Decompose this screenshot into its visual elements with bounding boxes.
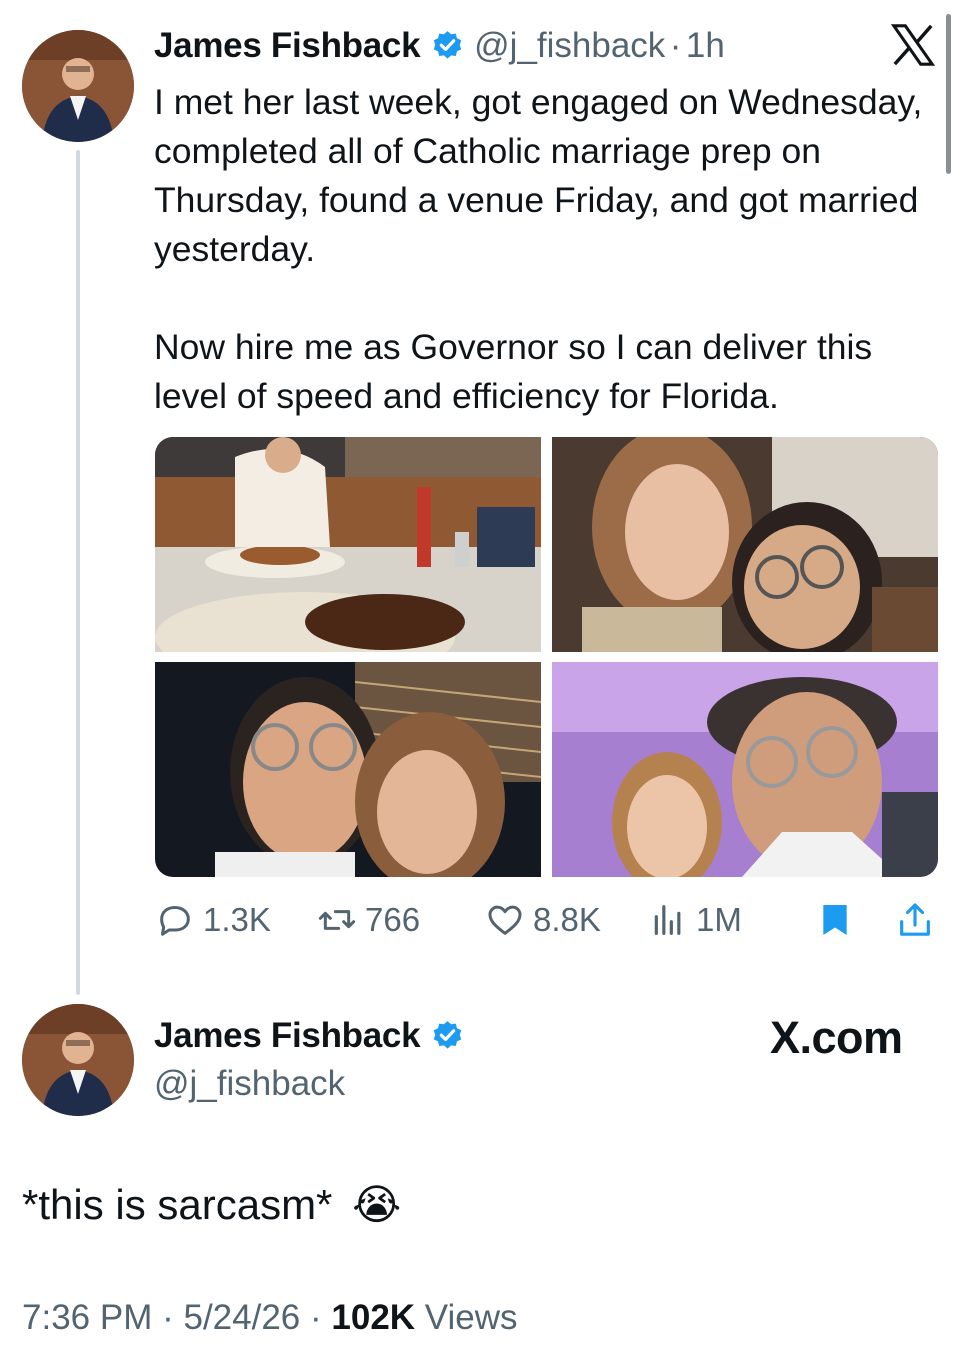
repost-button[interactable]: 766 [317, 895, 420, 945]
tweet-time[interactable]: 1h [686, 26, 725, 65]
reply-icon [160, 906, 190, 936]
separator-dot: · [162, 1298, 174, 1337]
repost-icon [318, 910, 356, 930]
repost-count: 766 [365, 901, 421, 938]
x-brand-label: X.com [770, 1012, 903, 1063]
action-bar: 1.3K 766 8.8K 1M [155, 895, 945, 945]
verified-badge-icon [433, 1021, 461, 1049]
restaurant-dinner-photo[interactable] [155, 437, 541, 652]
separator-dot: · [669, 26, 682, 65]
couple-selfie-night-photo[interactable] [155, 662, 541, 877]
reply-count: 1.3K [203, 901, 271, 938]
tweet-meta: 7:36 PM · 5/24/26 · 102K Views [22, 1298, 518, 1338]
author-handle[interactable]: @j_fishback [474, 26, 665, 65]
tweet-paragraph-1: I met her last week, got engaged on Wedn… [154, 82, 923, 269]
verified-badge-icon [433, 31, 461, 59]
couple-selfie-indoor-photo[interactable] [552, 437, 938, 652]
avatar[interactable] [22, 30, 134, 142]
like-count: 8.8K [533, 901, 601, 938]
reply-text: *this is sarcasm* 😭 [22, 1180, 401, 1229]
separator-dot: · [310, 1298, 322, 1337]
tweet-text: I met her last week, got engaged on Wedn… [154, 78, 934, 421]
reply-text-content: *this is sarcasm* [22, 1181, 333, 1228]
scrollbar[interactable] [946, 14, 951, 174]
author-name[interactable]: James Fishback [154, 26, 421, 65]
view-count: 1M [696, 901, 742, 938]
timestamp[interactable]: 7:36 PM [22, 1298, 152, 1337]
avatar[interactable] [22, 1004, 134, 1116]
views-button[interactable]: 1M [648, 895, 742, 945]
x-logo-icon[interactable] [890, 22, 936, 68]
views-label: Views [424, 1298, 518, 1337]
photo-grid [155, 437, 938, 877]
grid-gutter-horizontal [155, 652, 938, 662]
bookmark-icon [823, 905, 847, 935]
couple-selfie-airplane-photo[interactable] [552, 662, 938, 877]
loudly-crying-emoji: 😭 [352, 1181, 402, 1228]
share-button[interactable] [895, 895, 943, 945]
tweet-paragraph-2: Now hire me as Governor so I can deliver… [154, 327, 873, 416]
author-name[interactable]: James Fishback [154, 1016, 421, 1055]
share-icon [900, 903, 930, 936]
tweet-header: James Fishback @j_fishback · 1h [154, 26, 725, 66]
views-icon [654, 905, 681, 935]
author-handle[interactable]: @j_fishback [154, 1064, 345, 1104]
bookmark-button[interactable] [815, 895, 863, 945]
like-icon [488, 905, 522, 935]
reply-button[interactable]: 1.3K [155, 895, 271, 945]
like-button[interactable]: 8.8K [485, 895, 601, 945]
views-count: 102K [331, 1298, 416, 1337]
date[interactable]: 5/24/26 [183, 1298, 300, 1337]
thread-line [76, 150, 80, 995]
reply-header: James Fishback [154, 1016, 464, 1056]
